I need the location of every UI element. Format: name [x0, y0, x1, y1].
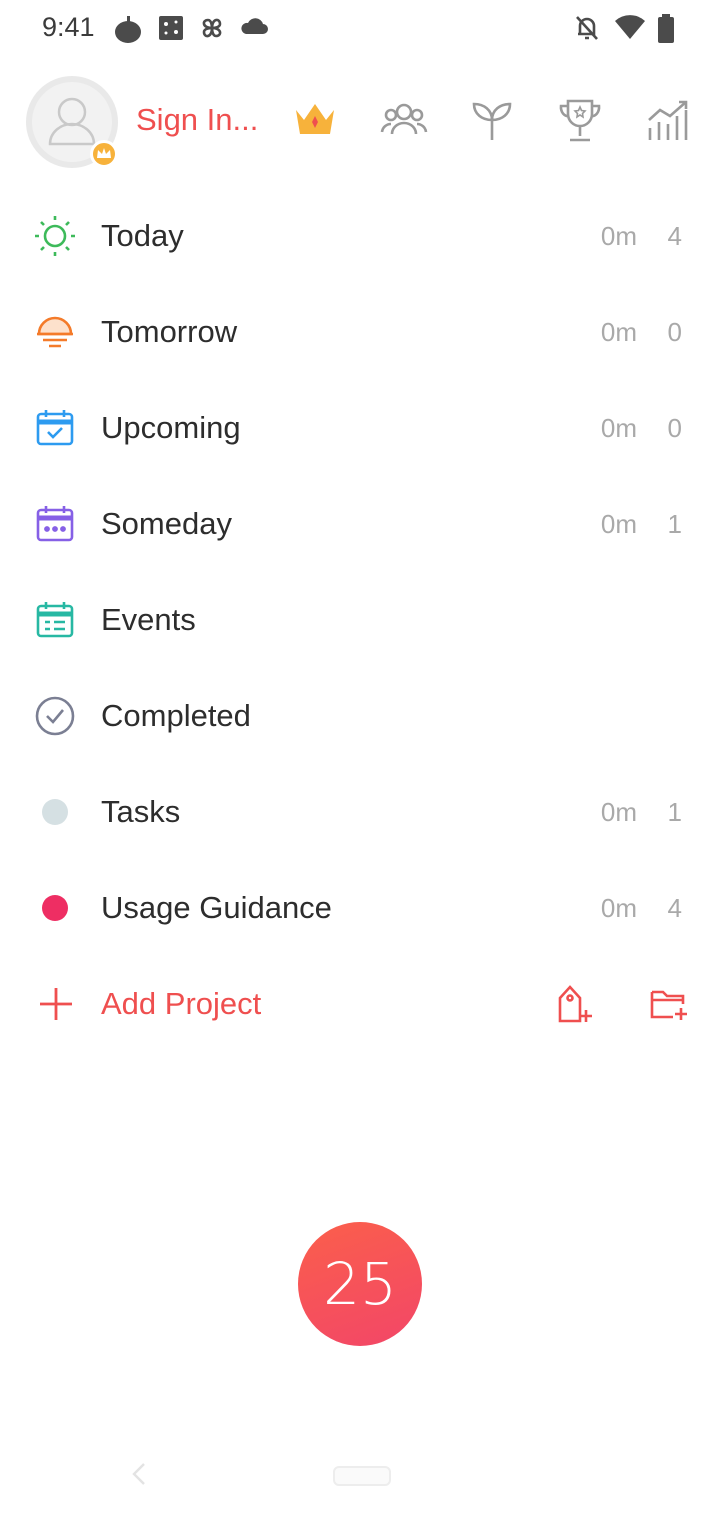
- add-tag-icon[interactable]: [556, 984, 596, 1029]
- cloud-icon: [240, 14, 268, 43]
- menu-label: Today: [101, 218, 184, 253]
- wifi-icon: [614, 14, 646, 45]
- status-time: 9:41: [42, 12, 95, 42]
- crown-icon[interactable]: [292, 98, 338, 145]
- menu-item-events[interactable]: Events: [0, 572, 720, 668]
- menu-label: Tomorrow: [101, 314, 238, 349]
- menu-item-upcoming[interactable]: Upcoming 0m 0: [0, 380, 720, 476]
- pomodoro-button[interactable]: 25: [298, 1222, 422, 1346]
- menu-item-someday[interactable]: Someday 0m 1: [0, 476, 720, 572]
- menu-time: 0m: [600, 509, 637, 539]
- calendar-check-icon: [35, 408, 75, 448]
- calendar-dots-icon: [35, 504, 75, 544]
- menu-count: 4: [667, 221, 682, 251]
- menu-label: Completed: [101, 698, 251, 733]
- sun-icon: [35, 216, 75, 256]
- menu-label: Events: [101, 602, 196, 637]
- menu-item-usage-guidance[interactable]: Usage Guidance 0m 4: [0, 860, 720, 956]
- calendar-list-icon: [35, 600, 75, 640]
- add-project-button[interactable]: Add Project: [101, 986, 261, 1022]
- menu-count: 1: [667, 797, 682, 827]
- menu-label: Tasks: [101, 794, 181, 829]
- menu-count: 0: [667, 317, 682, 347]
- sign-in-link[interactable]: Sign In...: [136, 102, 258, 138]
- add-folder-icon[interactable]: [649, 986, 689, 1027]
- game-icon: [158, 14, 184, 47]
- home-nav-pill[interactable]: [333, 1466, 391, 1486]
- sunset-icon: [35, 312, 75, 352]
- dot-icon: [35, 888, 75, 928]
- add-project-row: Add Project: [0, 956, 720, 1052]
- menu-label: Usage Guidance: [101, 890, 332, 925]
- back-nav-icon[interactable]: [128, 1460, 150, 1493]
- menu-count: 1: [667, 509, 682, 539]
- status-bar: 9:41: [0, 0, 720, 60]
- battery-icon: [656, 14, 676, 49]
- menu-label: Someday: [101, 506, 232, 541]
- dot-icon: [35, 792, 75, 832]
- menu-label: Upcoming: [101, 410, 241, 445]
- menu-time: 0m: [600, 893, 637, 923]
- plus-icon[interactable]: [38, 986, 74, 1027]
- drawer-header: Sign In...: [0, 70, 720, 180]
- menu-item-today[interactable]: Today 0m 4: [0, 188, 720, 284]
- crown-badge-icon: [90, 140, 118, 168]
- menu-time: 0m: [600, 317, 637, 347]
- tomato-icon: [114, 14, 142, 49]
- group-icon[interactable]: [380, 98, 428, 145]
- menu-time: 0m: [600, 221, 637, 251]
- trophy-icon[interactable]: [558, 98, 602, 149]
- sprout-icon[interactable]: [470, 98, 514, 147]
- menu-time: 0m: [600, 797, 637, 827]
- bell-off-icon: [574, 14, 600, 47]
- menu-item-tasks[interactable]: Tasks 0m 1: [0, 764, 720, 860]
- statistics-icon[interactable]: [646, 98, 690, 147]
- menu-time: 0m: [600, 413, 637, 443]
- menu-item-completed[interactable]: Completed: [0, 668, 720, 764]
- menu-count: 0: [667, 413, 682, 443]
- menu-item-tomorrow[interactable]: Tomorrow 0m 0: [0, 284, 720, 380]
- menu-list: Today 0m 4 Tomorrow 0m 0 Upcoming 0m 0 S…: [0, 188, 720, 956]
- check-circle-icon: [35, 696, 75, 736]
- pinwheel-icon: [198, 14, 226, 47]
- menu-count: 4: [667, 893, 682, 923]
